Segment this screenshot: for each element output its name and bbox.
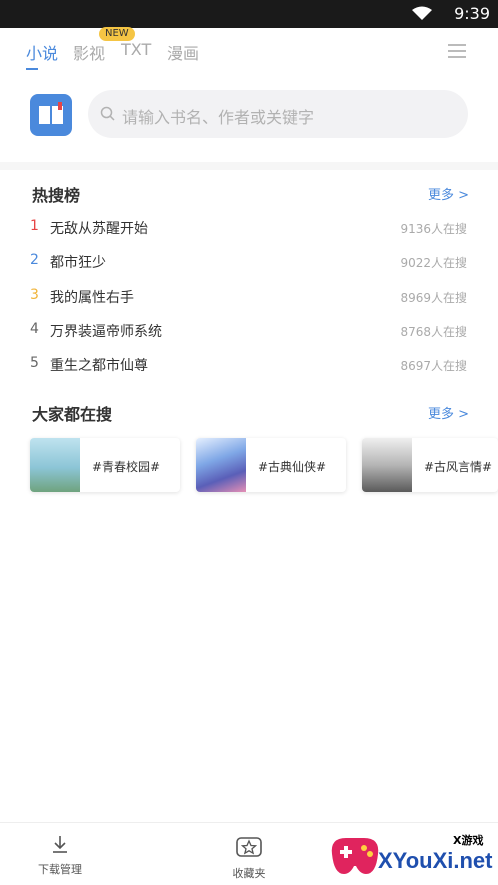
active-tab-indicator — [26, 68, 38, 70]
hot-book-name: 都市狂少 — [50, 255, 106, 271]
hot-item[interactable]: 5 重生之都市仙尊 8697人在搜 — [0, 349, 498, 383]
hot-book-name: 万界装逼帝师系统 — [50, 324, 162, 340]
nav-download-manager[interactable]: 下载管理 — [20, 835, 100, 877]
nav-favorites[interactable]: 收藏夹 — [209, 835, 289, 881]
tab-video[interactable]: 影视 — [73, 40, 105, 64]
nav-label: 收藏夹 — [232, 867, 266, 880]
section-divider — [0, 162, 498, 170]
watermark-brand: XYouXi.net — [378, 848, 493, 873]
wifi-icon — [412, 6, 432, 20]
hot-item[interactable]: 4 万界装逼帝师系统 8768人在搜 — [0, 315, 498, 349]
hot-rank: 5 — [30, 355, 39, 371]
topic-thumbnail — [30, 438, 80, 492]
new-badge: NEW — [99, 27, 135, 41]
hot-search-count: 9136人在搜 — [400, 222, 467, 236]
watermark-sub: X游戏 — [453, 834, 484, 847]
status-bar: 9:39 — [0, 0, 498, 28]
popular-title: 大家都在搜 — [32, 405, 113, 424]
tab-novel[interactable]: 小说 — [26, 40, 58, 64]
gamepad-icon — [331, 838, 379, 874]
hot-item[interactable]: 3 我的属性右手 8969人在搜 — [0, 281, 498, 315]
app-logo-icon — [30, 94, 72, 136]
topic-card[interactable]: #古典仙侠# — [196, 438, 346, 492]
status-time: 9:39 — [454, 4, 490, 23]
hot-more-link[interactable]: 更多 > — [428, 184, 469, 203]
search-placeholder: 请输入书名、作者或关键字 — [122, 108, 315, 127]
hot-rank: 3 — [30, 287, 39, 303]
hot-item[interactable]: 2 都市狂少 9022人在搜 — [0, 246, 498, 280]
download-icon — [53, 836, 67, 853]
topic-card[interactable]: #古风言情# — [362, 438, 498, 492]
search-input[interactable]: 请输入书名、作者或关键字 — [88, 90, 468, 138]
topic-card[interactable]: #青春校园# — [30, 438, 180, 492]
search-icon — [100, 106, 115, 121]
topic-tag: #青春校园# — [92, 460, 161, 474]
hot-rank: 2 — [30, 252, 39, 268]
popular-more-link[interactable]: 更多 > — [428, 403, 469, 422]
topic-thumbnail — [362, 438, 412, 492]
hot-item[interactable]: 1 无敌从苏醒开始 9136人在搜 — [0, 212, 498, 246]
menu-icon[interactable] — [448, 44, 466, 58]
watermark-logo: X游戏 XYouXi.net — [326, 826, 498, 885]
topic-tag: #古风言情# — [424, 460, 493, 474]
hot-search-count: 8969人在搜 — [400, 291, 467, 305]
hot-book-name: 重生之都市仙尊 — [50, 358, 148, 374]
nav-label: 下载管理 — [38, 863, 82, 876]
category-tabs: 小说 影视 TXT 漫画 — [0, 28, 498, 72]
tab-comic[interactable]: 漫画 — [167, 40, 199, 64]
hot-book-name: 无敌从苏醒开始 — [50, 221, 148, 237]
tab-txt[interactable]: TXT — [121, 40, 151, 59]
hot-rank: 4 — [30, 321, 39, 337]
topic-thumbnail — [196, 438, 246, 492]
hot-search-count: 8697人在搜 — [400, 359, 467, 373]
hot-search-count: 8768人在搜 — [400, 325, 467, 339]
hot-search-count: 9022人在搜 — [400, 256, 467, 270]
favorites-icon — [236, 837, 262, 857]
hot-book-name: 我的属性右手 — [50, 290, 134, 306]
hot-search-title: 热搜榜 — [32, 186, 81, 205]
hot-rank: 1 — [30, 218, 39, 234]
topic-tag: #古典仙侠# — [258, 460, 327, 474]
